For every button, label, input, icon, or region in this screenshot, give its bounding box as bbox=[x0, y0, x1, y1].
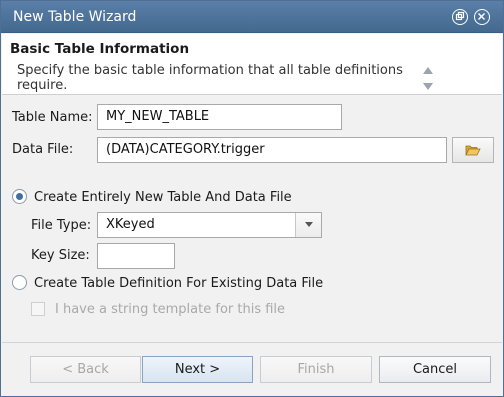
wizard-header: Basic Table Information Specify the basi… bbox=[2, 34, 502, 95]
window-title: New Table Wizard bbox=[13, 9, 137, 25]
key-size-input[interactable] bbox=[97, 243, 175, 269]
chevron-down-icon bbox=[305, 222, 313, 227]
folder-open-icon bbox=[465, 145, 481, 156]
create-new-table-radio[interactable] bbox=[12, 189, 27, 204]
page-description: Specify the basic table information that… bbox=[17, 63, 403, 93]
back-button[interactable]: < Back bbox=[30, 356, 141, 383]
existing-data-file-radio[interactable] bbox=[12, 275, 27, 290]
data-file-label: Data File: bbox=[12, 142, 74, 157]
cancel-button[interactable]: Cancel bbox=[379, 356, 491, 383]
finish-button[interactable]: Finish bbox=[260, 356, 372, 383]
scroll-up-icon[interactable] bbox=[423, 67, 433, 74]
file-type-label: File Type: bbox=[31, 218, 92, 233]
close-icon[interactable] bbox=[474, 9, 490, 25]
existing-data-file-label[interactable]: Create Table Definition For Existing Dat… bbox=[34, 276, 323, 291]
new-table-wizard-dialog: New Table Wizard Basic Table Information… bbox=[0, 0, 504, 397]
data-file-input[interactable]: (DATA)CATEGORY.trigger bbox=[97, 137, 447, 163]
string-template-label: I have a string template for this file bbox=[55, 302, 286, 317]
scroll-down-icon[interactable] bbox=[423, 83, 433, 90]
footer-divider bbox=[2, 342, 502, 343]
dropdown-button[interactable] bbox=[295, 213, 321, 237]
file-type-value: XKeyed bbox=[106, 217, 155, 232]
file-type-select[interactable]: XKeyed bbox=[97, 212, 322, 238]
restore-icon[interactable] bbox=[452, 9, 468, 25]
table-name-label: Table Name: bbox=[12, 110, 93, 125]
page-title: Basic Table Information bbox=[10, 41, 190, 57]
key-size-label: Key Size: bbox=[31, 248, 90, 263]
title-bar[interactable]: New Table Wizard bbox=[1, 1, 503, 33]
string-template-checkbox[interactable] bbox=[31, 302, 45, 316]
table-name-input[interactable]: MY_NEW_TABLE bbox=[97, 104, 342, 130]
browse-button[interactable] bbox=[452, 137, 494, 163]
create-new-table-label[interactable]: Create Entirely New Table And Data File bbox=[34, 190, 292, 205]
next-button[interactable]: Next > bbox=[142, 356, 253, 383]
